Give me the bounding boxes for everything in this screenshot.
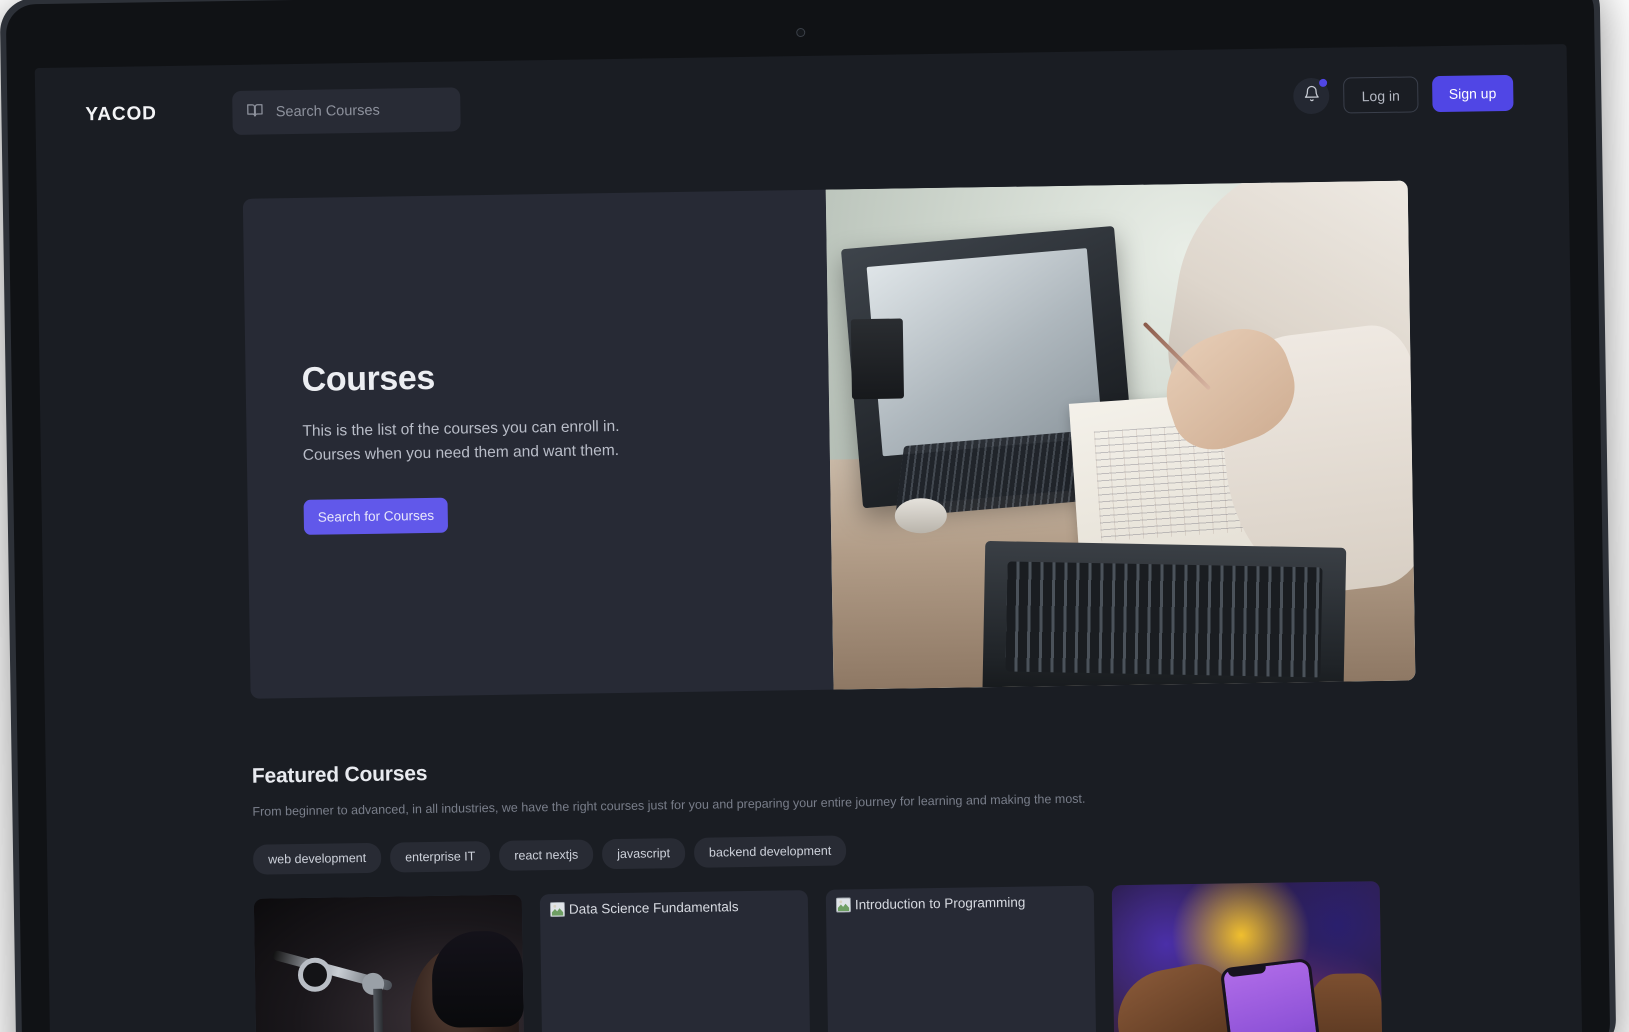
course-card[interactable]: [1111, 881, 1383, 1032]
featured-courses-heading: Featured Courses: [251, 762, 428, 788]
hero-image: [825, 180, 1416, 690]
featured-courses-subtitle: From beginner to advanced, in all indust…: [252, 791, 1086, 819]
category-tag-backend-development[interactable]: backend development: [693, 835, 847, 868]
category-tag-enterprise-it[interactable]: enterprise IT: [389, 841, 491, 873]
category-tag-list: web development enterprise IT react next…: [252, 824, 1579, 875]
search-input[interactable]: [275, 101, 447, 121]
hero-image-pen-cup: [850, 318, 905, 400]
category-tag-web-development[interactable]: web development: [252, 842, 382, 875]
course-card[interactable]: Data Science Fundamentals: [539, 890, 811, 1032]
site-logo[interactable]: YACOD: [85, 103, 157, 126]
category-tag-react-nextjs[interactable]: react nextjs: [499, 839, 594, 871]
course-card-broken-image: Introduction to Programming: [826, 886, 1097, 1032]
search-courses-box[interactable]: [232, 87, 462, 135]
hero-image-laptop-keyboard-front: [1005, 561, 1323, 678]
robot-post-shape: [373, 988, 384, 1032]
device-camera-icon: [796, 27, 806, 38]
login-button[interactable]: Log in: [1343, 76, 1419, 114]
hero-description: This is the list of the courses you can …: [302, 412, 829, 468]
bell-icon: [1303, 85, 1320, 107]
open-book-icon: [247, 101, 264, 123]
robot-joint-shape: [297, 957, 333, 993]
course-card-title: Introduction to Programming: [854, 894, 1026, 913]
page-root: YACOD Search Courses Log in Sign up Cour…: [35, 44, 1583, 1032]
hero-content: Courses This is the list of the courses …: [243, 190, 833, 699]
signup-button[interactable]: Sign up: [1431, 74, 1514, 113]
page-title: Courses: [301, 358, 436, 399]
nav-actions: Log in Sign up: [1293, 74, 1514, 115]
person-hair-shape: [431, 930, 524, 1028]
notification-badge-dot: [1319, 78, 1328, 87]
screenshot-stage: YACOD Search Courses Log in Sign up Cour…: [0, 0, 1629, 1032]
category-tag-javascript[interactable]: javascript: [601, 837, 686, 870]
course-card-list: Data Science Fundamentals Introduction t…: [253, 878, 1583, 1032]
device-mockup: YACOD Search Courses Log in Sign up Cour…: [0, 0, 1617, 1032]
notifications-button[interactable]: [1293, 77, 1330, 115]
course-card-image: [253, 894, 525, 1032]
broken-image-icon: [835, 897, 852, 917]
broken-image-icon: [549, 901, 566, 922]
course-card-image: [1111, 881, 1383, 1032]
course-card-broken-image: Data Science Fundamentals: [540, 890, 811, 1032]
hero-banner: Courses This is the list of the courses …: [242, 180, 1416, 699]
search-for-courses-button[interactable]: Search for Courses: [303, 497, 449, 535]
featured-courses-section: Featured Courses From beginner to advanc…: [252, 744, 1583, 1032]
course-card-title: Data Science Fundamentals: [568, 899, 739, 917]
browser-viewport: YACOD Search Courses Log in Sign up Cour…: [34, 44, 1583, 1032]
course-card[interactable]: [253, 894, 525, 1032]
course-card[interactable]: Introduction to Programming: [825, 885, 1097, 1032]
